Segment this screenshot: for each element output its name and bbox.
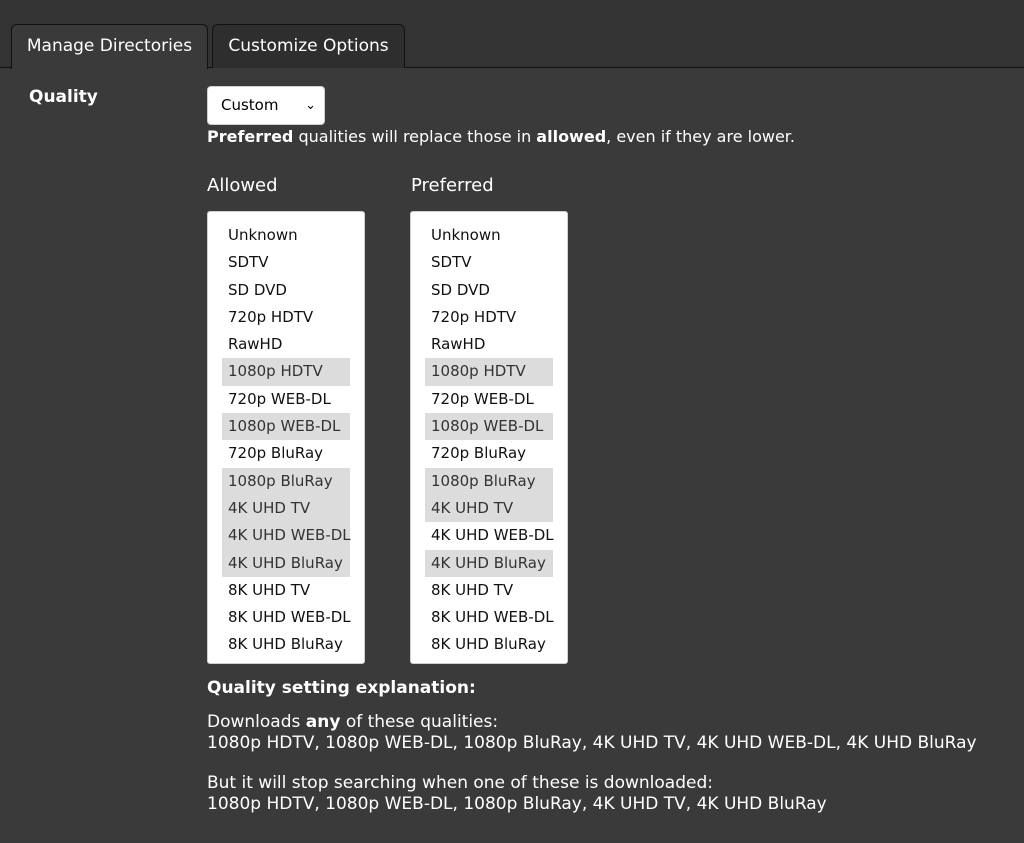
preferred-multiselect[interactable]: Unknown SDTV SD DVD 720p HDTV RawHD 1080p HDT… (410, 211, 568, 664)
preferred-option[interactable]: 720p BluRay (425, 440, 553, 467)
explanation-any: Downloads any of these qualities: 1080p … (207, 712, 977, 754)
preferred-option[interactable]: SD DVD (425, 277, 553, 304)
quality-select[interactable]: Custom ⌄ (207, 86, 325, 125)
preferred-heading: Preferred (411, 175, 494, 196)
tab-manage-directories[interactable]: Manage Directories (11, 24, 208, 69)
allowed-option[interactable]: 4K UHD TV (222, 494, 350, 523)
preferred-option[interactable]: Unknown (425, 222, 553, 249)
preferred-option[interactable]: 720p WEB-DL (425, 386, 553, 413)
preferred-option[interactable]: 1080p WEB-DL (425, 413, 553, 441)
preferred-option[interactable]: 1080p HDTV (425, 358, 553, 386)
note-text-mid: qualities will replace those in (293, 127, 537, 146)
allowed-multiselect[interactable]: Unknown SDTV SD DVD 720p HDTV RawHD 1080p HDT… (207, 211, 365, 664)
preferred-option[interactable]: SDTV (425, 249, 553, 276)
allowed-option[interactable]: 8K UHD WEB-DL (222, 604, 351, 631)
preferred-option[interactable]: 4K UHD BluRay (425, 549, 553, 577)
allowed-option[interactable]: 4K UHD WEB-DL (222, 522, 351, 550)
quality-label: Quality (29, 87, 98, 107)
preferred-option[interactable]: 720p HDTV (425, 304, 553, 331)
quality-note: Preferred qualities will replace those i… (207, 127, 795, 146)
allowed-option[interactable]: SD DVD (222, 277, 350, 304)
explanation-any-list: 1080p HDTV, 1080p WEB-DL, 1080p BluRay, … (207, 733, 977, 753)
explanation-title: Quality setting explanation: (207, 678, 476, 698)
allowed-option[interactable]: RawHD (222, 331, 350, 358)
note-bold-allowed: allowed (536, 127, 607, 146)
preferred-option[interactable]: 8K UHD TV (425, 577, 553, 604)
note-bold-preferred: Preferred (207, 127, 294, 146)
preferred-option[interactable]: 1080p BluRay (425, 467, 553, 495)
allowed-option[interactable]: 720p BluRay (222, 440, 350, 467)
allowed-option[interactable]: 1080p WEB-DL (222, 413, 350, 441)
preferred-option[interactable]: 8K UHD WEB-DL (425, 604, 554, 631)
explanation-stop-text: But it will stop searching when one of t… (207, 773, 713, 793)
allowed-option[interactable]: 8K UHD BluRay (222, 631, 350, 658)
allowed-option[interactable]: 720p HDTV (222, 304, 350, 331)
preferred-option[interactable]: 4K UHD TV (425, 494, 553, 523)
preferred-option[interactable]: RawHD (425, 331, 553, 358)
allowed-option[interactable]: Unknown (222, 222, 350, 249)
allowed-option[interactable]: 4K UHD BluRay (222, 549, 350, 577)
preferred-option[interactable]: 8K UHD BluRay (425, 631, 553, 658)
explanation-stop: But it will stop searching when one of t… (207, 773, 827, 815)
tab-bar: Manage Directories Customize Options (0, 0, 1024, 69)
explanation-stop-list: 1080p HDTV, 1080p WEB-DL, 1080p BluRay, … (207, 794, 827, 814)
chevron-down-icon: ⌄ (305, 98, 316, 113)
tab-customize-options[interactable]: Customize Options (212, 24, 405, 68)
explanation-any-bold: any (305, 712, 341, 732)
allowed-option[interactable]: 1080p BluRay (222, 467, 350, 495)
preferred-option[interactable]: 4K UHD WEB-DL (425, 522, 554, 549)
allowed-option[interactable]: SDTV (222, 249, 350, 276)
explanation-any-suffix: of these qualities: (340, 712, 499, 732)
allowed-option[interactable]: 8K UHD TV (222, 577, 350, 604)
allowed-option[interactable]: 1080p HDTV (222, 358, 350, 386)
allowed-option[interactable]: 720p WEB-DL (222, 386, 350, 413)
note-text-suffix: , even if they are lower. (606, 127, 795, 146)
explanation-any-prefix: Downloads (207, 712, 306, 732)
allowed-heading: Allowed (207, 175, 278, 196)
quality-select-value: Custom (221, 96, 279, 114)
